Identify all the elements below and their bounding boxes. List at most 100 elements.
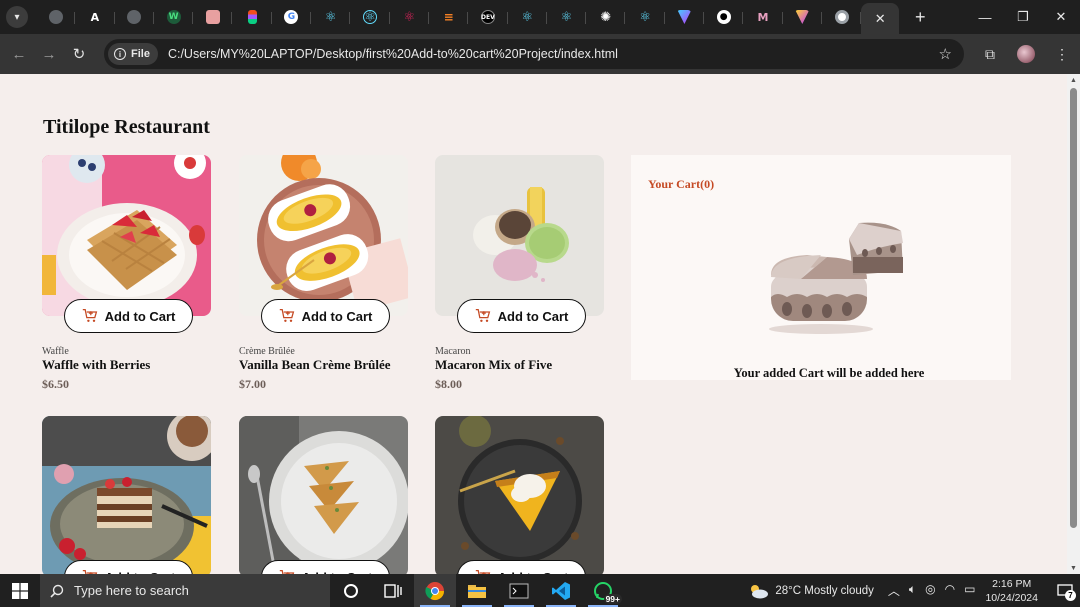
tab[interactable]: A [75,3,115,31]
vscode-icon[interactable] [540,574,582,607]
product-image [42,416,211,574]
address-bar[interactable]: i File C:/Users/MY%20LAPTOP/Desktop/firs… [104,39,964,69]
add-to-cart-button[interactable]: Add to Cart [64,299,193,333]
tab-list: A W G ⚛ ⚛ ⚛ ≡ DEV ⚛ ⚛ ✺ ⚛ ● M ✕ [36,0,900,35]
weather-text: 28°C Mostly cloudy [775,584,874,597]
webflow-icon: W [166,10,181,24]
tab[interactable]: ● [704,3,744,31]
weather-widget[interactable]: 28°C Mostly cloudy [747,583,874,599]
system-tray: 28°C Mostly cloudy ︿ 🔈︎ ◎ ◠ ▭ 2:16 PM 10… [747,574,1080,607]
task-view-icon[interactable] [372,574,414,607]
tab[interactable]: ⚛ [625,3,666,31]
google-icon: G [284,10,299,24]
product-card: Add to Cart [42,416,211,574]
add-to-cart-icon [475,308,490,322]
tab[interactable]: W [154,3,194,31]
page-title: Titilope Restaurant [43,116,210,138]
tab[interactable]: ⚛ [350,3,390,31]
meet-now-icon[interactable]: ◎ [925,582,935,599]
menu-kebab-icon[interactable]: ⋮ [1044,34,1080,74]
image-icon [205,10,220,24]
tab[interactable] [193,3,233,31]
cart-title: Your Cart(0) [648,177,715,191]
add-to-cart-button[interactable]: Add to Cart [457,560,586,574]
add-to-cart-icon [279,308,294,322]
chrome-taskbar-icon[interactable] [414,574,456,607]
scrollbar-thumb[interactable] [1070,88,1077,528]
figma-icon [247,10,257,24]
openai-icon: ✺ [600,9,612,25]
product-card: Add to Cart Waffle Waffle with Berries $… [42,155,211,391]
page-scrollbar[interactable]: ▲ ▼ [1067,74,1080,574]
scroll-up-arrow-icon[interactable]: ▲ [1067,74,1080,86]
add-to-cart-button[interactable]: Add to Cart [261,299,390,333]
notification-center-icon[interactable]: 7 [1050,574,1080,607]
close-window-icon[interactable]: ✕ [1042,0,1080,34]
product-name: Macaron Mix of Five [435,357,553,372]
product-image [42,155,211,316]
battery-icon[interactable]: ▭ [964,582,975,599]
product-price: $7.00 [239,377,266,391]
add-to-cart-button[interactable]: Add to Cart [261,560,390,574]
windows-taskbar: Type here to search 99+ 28°C Mostly clou… [0,574,1080,607]
forward-icon[interactable]: → [34,39,64,69]
new-tab-button[interactable]: + [907,7,933,28]
github-icon: ● [716,10,731,24]
profile-avatar-wrap[interactable] [1008,34,1044,74]
tab[interactable] [36,3,76,31]
product-image [239,416,408,574]
show-hidden-icons-chevron-icon[interactable]: ︿ [888,582,900,599]
whatsapp-icon[interactable]: 99+ [582,574,624,607]
add-to-cart-button[interactable]: Add to Cart [457,299,586,333]
windows-start-button[interactable] [0,574,40,607]
react-icon: ⚛ [521,9,534,25]
tab-strip: ▾ A W G ⚛ ⚛ ⚛ ≡ DEV ⚛ ⚛ ✺ ⚛ ● M ✕ + — ❐ … [0,0,1080,35]
file-explorer-icon[interactable] [456,574,498,607]
window-controls: — ❐ ✕ [966,0,1080,34]
tab[interactable]: M [743,3,783,31]
bookmark-star-icon[interactable]: ☆ [939,45,952,63]
tab[interactable]: ≡ [429,3,469,31]
tab[interactable] [822,3,862,31]
terminal-icon[interactable] [498,574,540,607]
cloudy-weather-icon [751,584,769,598]
taskbar-clock[interactable]: 2:16 PM 10/24/2024 [985,577,1038,605]
empty-cart-cake-illustration [769,222,903,334]
reload-icon[interactable]: ↻ [64,39,94,69]
tab[interactable]: ⚛ [311,3,351,31]
taskbar-search-box[interactable]: Type here to search [40,574,330,607]
url-text[interactable]: C:/Users/MY%20LAPTOP/Desktop/first%20Add… [168,47,618,61]
info-icon: i [114,48,126,60]
wifi-icon[interactable]: ◠ [945,582,955,599]
tab[interactable] [665,3,705,31]
tab[interactable] [115,3,155,31]
extensions-icon[interactable]: ⧉ [972,34,1008,74]
search-icon [50,584,64,598]
restore-icon[interactable]: ❐ [1004,0,1042,34]
product-price: $8.00 [435,377,462,391]
minimize-icon[interactable]: — [966,0,1004,34]
tab[interactable]: DEV [468,3,508,31]
clock-date: 10/24/2024 [985,591,1038,604]
tab-search-chevron-icon[interactable]: ▾ [6,6,28,28]
tab[interactable]: ⚛ [547,3,587,31]
tab[interactable]: ⚛ [390,3,430,31]
product-category: Crème Brûlée [239,346,295,357]
add-to-cart-label: Add to Cart [104,308,176,324]
tab[interactable]: ✺ [586,3,626,31]
site-info-chip[interactable]: i File [108,43,158,65]
close-tab-icon[interactable]: ✕ [875,11,886,27]
whatsapp-unread-badge: 99+ [603,594,622,604]
tab[interactable]: G [272,3,312,31]
cortana-icon[interactable] [330,574,372,607]
tab[interactable]: ⚛ [508,3,548,31]
volume-icon[interactable]: 🔈︎ [909,582,916,599]
tab[interactable] [232,3,273,31]
tab[interactable] [783,3,823,31]
back-icon[interactable]: ← [4,39,34,69]
scroll-down-arrow-icon[interactable]: ▼ [1067,562,1080,574]
active-tab[interactable]: ✕ [861,3,900,35]
add-to-cart-button[interactable]: Add to Cart [64,560,193,574]
product-name: Waffle with Berries [42,357,151,372]
globe-icon [48,10,63,24]
